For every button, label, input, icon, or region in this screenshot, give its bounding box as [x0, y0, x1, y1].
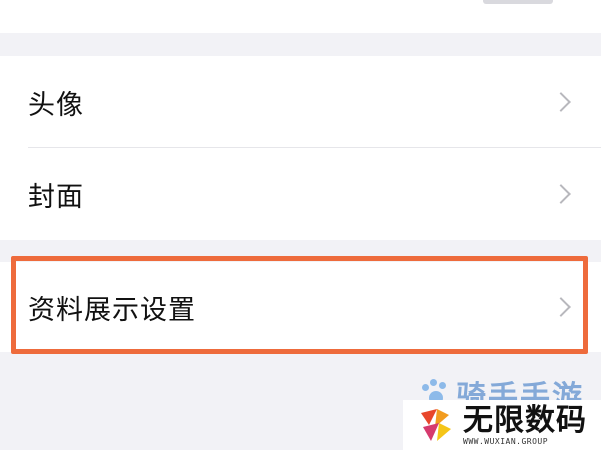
settings-row-profile-display[interactable]: 资料展示设置 — [0, 262, 601, 352]
wuxian-logo-icon — [415, 405, 455, 445]
chevron-right-icon — [551, 184, 571, 204]
settings-row-cover[interactable]: 封面 — [0, 148, 601, 240]
settings-row-label: 封面 — [28, 181, 84, 213]
watermark-brand-text: 无限数码 — [463, 402, 587, 438]
chevron-right-icon — [551, 92, 571, 112]
settings-row-label: 头像 — [28, 89, 84, 121]
settings-row-label: 资料展示设置 — [28, 294, 196, 326]
top-partial-value — [483, 0, 553, 4]
settings-row-avatar[interactable]: 头像 — [0, 56, 601, 148]
watermark-brand: 无限数码 WWW.WUXIAN.GROUP — [403, 400, 601, 450]
settings-group-profile: 头像 封面 — [0, 56, 601, 240]
top-partial-row — [0, 0, 601, 33]
chevron-right-icon — [551, 297, 571, 317]
settings-group-display: 资料展示设置 — [0, 262, 601, 352]
watermark-brand-url: WWW.WUXIAN.GROUP — [463, 436, 549, 446]
